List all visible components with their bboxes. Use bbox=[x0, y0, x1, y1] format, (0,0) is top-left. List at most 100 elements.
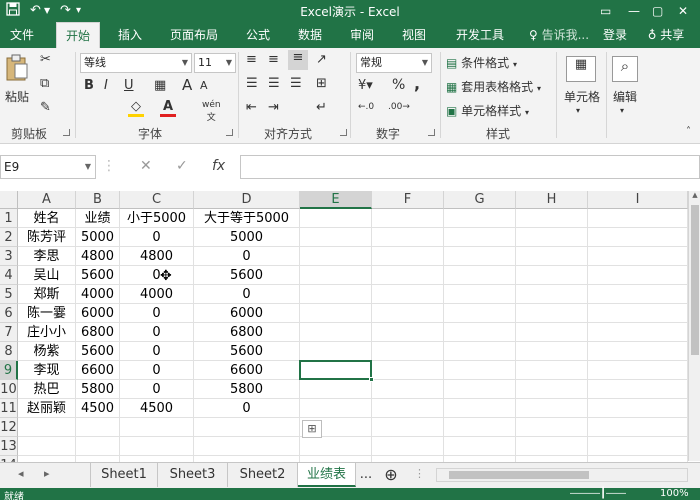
italic-button[interactable]: I bbox=[104, 78, 108, 93]
percent-button[interactable]: % bbox=[392, 77, 405, 93]
ribbon-display-icon[interactable]: ▭ bbox=[600, 2, 611, 20]
align-middle-icon[interactable]: ≡ bbox=[268, 52, 279, 67]
cell-g11[interactable] bbox=[444, 399, 516, 418]
cell-h4[interactable] bbox=[516, 266, 588, 285]
cut-icon[interactable]: ✂ bbox=[40, 52, 51, 67]
cell-i3[interactable] bbox=[588, 247, 688, 266]
tab-file[interactable]: 文件 bbox=[0, 22, 44, 48]
tab-developer[interactable]: 开发工具 bbox=[448, 22, 512, 48]
tell-me-box[interactable]: ♀ 告诉我... bbox=[524, 22, 594, 48]
cell-c3[interactable]: 4800 bbox=[120, 247, 194, 266]
more-sheets-button[interactable]: ... bbox=[356, 463, 376, 487]
cell-e5[interactable] bbox=[300, 285, 372, 304]
cell-f12[interactable] bbox=[372, 418, 444, 437]
cell-a11[interactable]: 赵丽颖 bbox=[18, 399, 76, 418]
increase-decimal-icon[interactable]: ←.0 bbox=[358, 102, 374, 112]
fill-handle[interactable] bbox=[369, 377, 374, 382]
row-header[interactable]: 5 bbox=[0, 285, 18, 304]
cell-e3[interactable] bbox=[300, 247, 372, 266]
cell-a5[interactable]: 郑斯 bbox=[18, 285, 76, 304]
cell-g4[interactable] bbox=[444, 266, 516, 285]
decrease-indent-icon[interactable]: ⇤ bbox=[246, 100, 257, 115]
cell-c11[interactable]: 4500 bbox=[120, 399, 194, 418]
scroll-thumb[interactable] bbox=[691, 205, 699, 355]
cell-d4[interactable]: 5600 bbox=[194, 266, 300, 285]
cell-a2[interactable]: 陈芳评 bbox=[18, 228, 76, 247]
cell-h7[interactable] bbox=[516, 323, 588, 342]
row-header[interactable]: 11 bbox=[0, 399, 18, 418]
align-top-icon[interactable]: ≡ bbox=[246, 52, 257, 67]
conditional-format-button[interactable]: ▤ 条件格式 ▾ bbox=[446, 54, 517, 71]
row-header[interactable]: 10 bbox=[0, 380, 18, 399]
cell-b5[interactable]: 4000 bbox=[76, 285, 120, 304]
add-sheet-icon[interactable]: ⊕ bbox=[378, 463, 404, 487]
row-header[interactable]: 1 bbox=[0, 209, 18, 228]
font-shrink-button[interactable]: A bbox=[200, 79, 208, 92]
cell-b4[interactable]: 5600 bbox=[76, 266, 120, 285]
cell-c7[interactable]: 0 bbox=[120, 323, 194, 342]
row-header[interactable]: 7 bbox=[0, 323, 18, 342]
cell-c6[interactable]: 0 bbox=[120, 304, 194, 323]
cell-i1[interactable] bbox=[588, 209, 688, 228]
cell-d5[interactable]: 0 bbox=[194, 285, 300, 304]
cell-i10[interactable] bbox=[588, 380, 688, 399]
tab-insert[interactable]: 插入 bbox=[108, 22, 152, 48]
sheet-tab-sheet2[interactable]: Sheet2 bbox=[228, 463, 298, 487]
formula-input[interactable] bbox=[240, 155, 700, 179]
share-button[interactable]: ♁ 共享 bbox=[638, 22, 694, 48]
increase-indent-icon[interactable]: ⇥ bbox=[268, 100, 279, 115]
font-launcher-icon[interactable] bbox=[226, 129, 233, 136]
cell-e11[interactable] bbox=[300, 399, 372, 418]
font-color-icon[interactable]: A bbox=[160, 100, 176, 117]
underline-button[interactable]: U bbox=[124, 78, 134, 93]
cell-a1[interactable]: 姓名 bbox=[18, 209, 76, 228]
row-header[interactable]: 4 bbox=[0, 266, 18, 285]
cell-a12[interactable] bbox=[18, 418, 76, 437]
cell-h1[interactable] bbox=[516, 209, 588, 228]
cell-h12[interactable] bbox=[516, 418, 588, 437]
cell-b7[interactable]: 6800 bbox=[76, 323, 120, 342]
cell-i2[interactable] bbox=[588, 228, 688, 247]
cell-e1[interactable] bbox=[300, 209, 372, 228]
sheet-tab-performance[interactable]: 业绩表 bbox=[298, 463, 356, 487]
cells-icon[interactable]: ▦ bbox=[566, 56, 596, 82]
scroll-up-icon[interactable]: ▲ bbox=[689, 191, 700, 199]
cell-h5[interactable] bbox=[516, 285, 588, 304]
cell-g5[interactable] bbox=[444, 285, 516, 304]
cell-f9[interactable] bbox=[372, 361, 444, 380]
cell-d3[interactable]: 0 bbox=[194, 247, 300, 266]
cell-i6[interactable] bbox=[588, 304, 688, 323]
align-left-icon[interactable]: ☰ bbox=[246, 76, 258, 91]
cell-b8[interactable]: 5600 bbox=[76, 342, 120, 361]
confirm-icon[interactable]: ✓ bbox=[176, 158, 188, 174]
login-link[interactable]: 登录 bbox=[598, 22, 632, 48]
cell-a6[interactable]: 陈一霎 bbox=[18, 304, 76, 323]
cell-i8[interactable] bbox=[588, 342, 688, 361]
split-handle-icon[interactable]: ⋮ bbox=[414, 467, 425, 480]
cell-f11[interactable] bbox=[372, 399, 444, 418]
clipboard-launcher-icon[interactable] bbox=[63, 129, 70, 136]
cell-f3[interactable] bbox=[372, 247, 444, 266]
border-icon[interactable]: ▦ bbox=[154, 78, 166, 93]
cell-f4[interactable] bbox=[372, 266, 444, 285]
column-header-a[interactable]: A bbox=[18, 191, 76, 209]
insert-function-icon[interactable]: fx bbox=[212, 158, 225, 174]
cell-a13[interactable] bbox=[18, 437, 76, 456]
row-header[interactable]: 12 bbox=[0, 418, 18, 437]
cell-c2[interactable]: 0 bbox=[120, 228, 194, 247]
cell-d10[interactable]: 5800 bbox=[194, 380, 300, 399]
cell-a8[interactable]: 杨紫 bbox=[18, 342, 76, 361]
decrease-decimal-icon[interactable]: .00→ bbox=[388, 102, 410, 112]
cell-i7[interactable] bbox=[588, 323, 688, 342]
minimize-icon[interactable]: — bbox=[628, 2, 640, 20]
cell-a7[interactable]: 庄小小 bbox=[18, 323, 76, 342]
cell-f6[interactable] bbox=[372, 304, 444, 323]
select-all-corner[interactable] bbox=[0, 191, 18, 209]
row-header[interactable]: 6 bbox=[0, 304, 18, 323]
tab-view[interactable]: 视图 bbox=[394, 22, 434, 48]
search-icon[interactable]: ⌕ bbox=[612, 56, 638, 82]
cell-h8[interactable] bbox=[516, 342, 588, 361]
cell-a4[interactable]: 吴山 bbox=[18, 266, 76, 285]
cell-g7[interactable] bbox=[444, 323, 516, 342]
maximize-icon[interactable]: ▢ bbox=[652, 2, 663, 20]
